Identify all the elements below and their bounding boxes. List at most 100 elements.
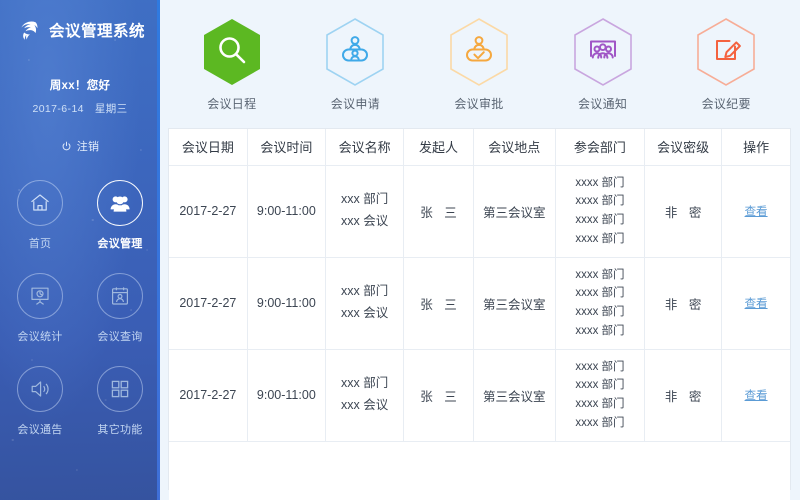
cell-location: 第三会议室 <box>472 164 556 258</box>
cell-meeting-name: xxx 部门 xxx 会议 <box>324 348 405 442</box>
sidebar-item-label: 首页 <box>28 238 52 250</box>
hex-nav-bar: 会议日程 会议申请 会议审批 会议通知 会议纪要 <box>160 0 800 128</box>
user-greeting: 周xx！您好 <box>49 80 111 92</box>
grid-squares-icon <box>97 366 143 412</box>
logout-label: 注销 <box>76 141 100 153</box>
meeting-name-line2: xxx 会议 <box>340 214 389 228</box>
hex-button-meeting-minutes[interactable]: 会议纪要 <box>674 16 778 112</box>
hex-button-meeting-application[interactable]: 会议申请 <box>303 16 407 112</box>
department-line: xxxx 部门 <box>575 324 625 337</box>
meeting-table: 会议日期 会议时间 会议名称 发起人 会议地点 参会部门 会议密级 操作 201… <box>169 129 790 442</box>
cell-initiator: 张 三 <box>403 348 474 442</box>
table-row[interactable]: 2017-2-27 9:00-11:00 xxx 部门 xxx 会议 张 三 第… <box>169 164 790 258</box>
cell-initiator: 张 三 <box>403 256 474 350</box>
sidebar-item-label: 会议统计 <box>17 331 63 343</box>
hex-button-meeting-schedule[interactable]: 会议日程 <box>180 16 284 112</box>
home-icon <box>17 180 63 226</box>
cell-secrecy-level: 非 密 <box>644 164 723 258</box>
table-header-cell: 会议密级 <box>644 129 723 166</box>
view-link[interactable]: 查看 <box>745 298 768 310</box>
cell-secrecy-level: 非 密 <box>644 256 723 350</box>
cell-meeting-name: xxx 部门 xxx 会议 <box>324 164 405 258</box>
cell-meeting-name: xxx 部门 xxx 会议 <box>324 256 405 350</box>
department-line: xxxx 部门 <box>575 195 625 208</box>
sidebar-item-meeting-management[interactable]: 会议管理 <box>97 180 143 273</box>
magnifier-icon <box>200 16 264 88</box>
table-empty-area <box>169 441 790 500</box>
cell-departments: xxxx 部门 xxxx 部门 xxxx 部门 xxxx 部门 <box>554 256 646 350</box>
table-header-cell: 参会部门 <box>554 129 646 166</box>
cell-action: 查看 <box>721 256 790 350</box>
meeting-name-line1: xxx 部门 <box>340 192 389 207</box>
cell-initiator: 张 三 <box>403 164 474 258</box>
table-header-cell: 会议时间 <box>246 129 326 166</box>
logout-button[interactable]: 注销 <box>0 138 160 154</box>
sidebar-item-home[interactable]: 首页 <box>17 180 63 273</box>
table-header-cell: 会议地点 <box>472 129 556 166</box>
cell-action: 查看 <box>721 348 790 442</box>
app-root: 会议管理系统 周xx！您好 2017-6-14 星期三 注销 首页 会议管理 会… <box>0 0 800 500</box>
cell-location: 第三会议室 <box>472 348 556 442</box>
hex-button-label: 会议纪要 <box>701 97 751 111</box>
calendar-person-icon <box>97 273 143 319</box>
table-header-row: 会议日期 会议时间 会议名称 发起人 会议地点 参会部门 会议密级 操作 <box>169 129 790 166</box>
cell-action: 查看 <box>721 164 790 258</box>
cell-departments: xxxx 部门 xxxx 部门 xxxx 部门 xxxx 部门 <box>554 348 646 442</box>
user-block: 周xx！您好 2017-6-14 星期三 <box>0 77 160 116</box>
meeting-table-card: 会议日期 会议时间 会议名称 发起人 会议地点 参会部门 会议密级 操作 201… <box>168 128 791 500</box>
meeting-name-line1: xxx 部门 <box>340 376 389 391</box>
cell-departments: xxxx 部门 xxxx 部门 xxxx 部门 xxxx 部门 <box>554 164 646 258</box>
department-line: xxxx 部门 <box>575 416 625 429</box>
sidebar: 会议管理系统 周xx！您好 2017-6-14 星期三 注销 首页 会议管理 会… <box>0 0 160 500</box>
sidebar-item-meeting-query[interactable]: 会议查询 <box>97 273 143 366</box>
department-line: xxxx 部门 <box>575 398 625 410</box>
view-link[interactable]: 查看 <box>745 206 768 218</box>
cell-time: 9:00-11:00 <box>246 348 326 442</box>
sidebar-item-label: 会议通告 <box>17 424 63 436</box>
cell-time: 9:00-11:00 <box>246 164 326 258</box>
department-line: xxxx 部门 <box>575 214 625 226</box>
cell-time: 9:00-11:00 <box>246 256 326 350</box>
table-header-cell: 会议名称 <box>324 129 405 166</box>
power-icon <box>61 141 72 152</box>
cell-date: 2017-2-27 <box>169 256 248 350</box>
people-screen-icon <box>571 16 635 88</box>
meeting-name-line2: xxx 会议 <box>340 398 389 412</box>
person-check-icon <box>447 16 511 88</box>
department-line: xxxx 部门 <box>575 287 625 300</box>
table-row[interactable]: 2017-2-27 9:00-11:00 xxx 部门 xxx 会议 张 三 第… <box>169 256 790 350</box>
view-link[interactable]: 查看 <box>745 390 768 402</box>
sidebar-item-label: 会议管理 <box>97 238 143 250</box>
main-content: 会议日程 会议申请 会议审批 会议通知 会议纪要 会议日期 会议时间 会议名称 … <box>160 0 800 500</box>
pen-note-icon <box>694 16 758 88</box>
table-header-cell: 操作 <box>721 129 790 166</box>
department-line: xxxx 部门 <box>575 379 625 392</box>
department-line: xxxx 部门 <box>575 306 625 318</box>
current-date: 2017-6-14 星期三 <box>32 103 128 115</box>
hex-button-meeting-approval[interactable]: 会议审批 <box>427 16 531 112</box>
cell-location: 第三会议室 <box>472 256 556 350</box>
department-line: xxxx 部门 <box>575 176 625 189</box>
people-icon <box>97 180 143 226</box>
sidebar-item-label: 其它功能 <box>97 424 143 436</box>
speaker-icon <box>17 366 63 412</box>
sidebar-item-other-functions[interactable]: 其它功能 <box>97 366 143 459</box>
sidebar-item-meeting-statistics[interactable]: 会议统计 <box>17 273 63 366</box>
swirl-logo-icon <box>18 19 42 41</box>
table-header-cell: 会议日期 <box>169 129 248 166</box>
table-header-cell: 发起人 <box>403 129 474 166</box>
meeting-name-line1: xxx 部门 <box>340 284 389 299</box>
department-line: xxxx 部门 <box>575 232 625 245</box>
sidebar-item-label: 会议查询 <box>97 331 143 343</box>
department-line: xxxx 部门 <box>575 268 625 281</box>
hex-button-meeting-notice[interactable]: 会议通知 <box>551 16 655 112</box>
chart-board-icon <box>17 273 63 319</box>
cell-secrecy-level: 非 密 <box>644 348 723 442</box>
cell-date: 2017-2-27 <box>169 164 248 258</box>
brand-title: 会议管理系统 <box>49 23 146 40</box>
table-row[interactable]: 2017-2-27 9:00-11:00 xxx 部门 xxx 会议 张 三 第… <box>169 348 790 442</box>
sidebar-nav: 首页 会议管理 会议统计 会议查询 会议通告 其它功能 <box>0 180 160 459</box>
brand: 会议管理系统 <box>0 0 160 41</box>
cell-date: 2017-2-27 <box>169 348 248 442</box>
sidebar-item-meeting-announcement[interactable]: 会议通告 <box>17 366 63 459</box>
